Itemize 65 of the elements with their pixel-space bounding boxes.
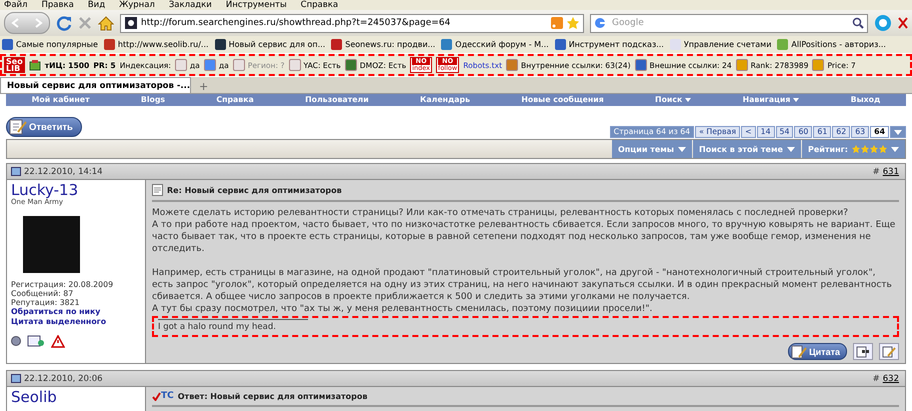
post-date: 22.12.2010, 14:14	[24, 166, 103, 176]
menu-item[interactable]: Инструменты	[226, 0, 287, 10]
toolbar-logo[interactable]: Seo LIB	[4, 57, 25, 73]
quote-button[interactable]: Цитата	[788, 343, 847, 360]
post-number-link[interactable]: 631	[882, 166, 899, 176]
back-forward-button[interactable]	[4, 12, 50, 34]
profile-card-icon	[27, 334, 45, 348]
address-text: http://forum.searchengines.ru/showthread.php?t=245037&page=64	[141, 18, 452, 28]
post-icon	[11, 167, 21, 176]
username-link[interactable]: Seolib	[11, 389, 141, 405]
bookmark[interactable]: Самые популярные	[2, 39, 98, 50]
home-icon	[98, 16, 114, 30]
search-engine-icon	[594, 17, 606, 29]
post-title: Ответ: Новый сервис для оптимизаторов	[178, 392, 368, 400]
avatar-picture	[23, 216, 80, 273]
bookmark[interactable]: Новый сервис для оп...	[214, 39, 326, 50]
bookmark[interactable]: Одесский форум - М...	[441, 39, 549, 50]
dropdown-caret-icon	[678, 146, 686, 152]
post-number-link[interactable]: 632	[882, 374, 899, 384]
username-link[interactable]: Lucky-13	[11, 182, 141, 198]
multi-quote-button[interactable]	[853, 343, 873, 360]
reload-icon	[56, 15, 72, 31]
close-icon	[78, 16, 92, 30]
caret-icon	[894, 130, 902, 134]
reply-button[interactable]: Ответить	[6, 117, 82, 137]
star-icon	[567, 17, 579, 29]
document-icon	[152, 184, 163, 196]
post-number-sign: #	[872, 374, 880, 384]
post-title: Re: Новый сервис для оптимизаторов	[167, 186, 342, 194]
dropdown-button[interactable]	[890, 126, 906, 138]
menu-item[interactable]: Файл	[4, 0, 28, 10]
warning-icon	[51, 334, 65, 348]
starter-label: TC	[161, 391, 174, 401]
bookmark[interactable]: http://www.seolib.ru/...	[104, 39, 209, 50]
document-pen-icon	[9, 119, 27, 135]
dropdown-caret-icon	[891, 146, 899, 152]
menu-item[interactable]: Вид	[88, 0, 106, 10]
bookmark[interactable]: AllPositions - авториз...	[777, 39, 886, 50]
check-icon	[152, 392, 161, 400]
dropdown-caret-icon	[786, 146, 795, 152]
bookmark[interactable]: Управление счетами	[670, 39, 772, 50]
post-number-sign: #	[872, 166, 880, 176]
post-icon	[11, 374, 21, 383]
address-field[interactable]: http://forum.searchengines.ru/showthread.php?t=245037&page=64	[120, 14, 584, 32]
rss-icon	[551, 17, 563, 29]
post-text: А тут бы сразу посмотрел, что "ах ты ж, у меня релевантность сменилась, поэтому позициии просели!".	[152, 303, 654, 315]
post-text: Можете сделать историю релевантности страницы? Или как-то отмечать страницы, релевантность которых поменялась с последней проверки?	[152, 207, 849, 219]
browser-tab[interactable]: Новый сервис для оптимизаторов -...	[0, 77, 191, 93]
bookmark[interactable]: Seonews.ru: продви...	[331, 39, 436, 50]
bookmark[interactable]: Инструмент подсказ...	[554, 39, 664, 50]
cross-icon	[898, 17, 908, 29]
document-pen-icon	[791, 344, 808, 358]
post-text: Например, есть страницы в магазине, на одной продают "платиновый строительный уголок", на другой - "нанотехнологичный строительный уголок", есть запрос "уголок", который определяется на одну из этих страниц, на него начинают закупаться ссылки. И в один прекрасный момент релевантность сбивается. А общее число запросов в проекте приближается к 500 и следить за этими уголками не получается.	[152, 267, 893, 303]
menu-item[interactable]: Журнал	[119, 0, 155, 10]
menu-item[interactable]: Закладки	[168, 0, 212, 10]
edit-button[interactable]	[879, 343, 899, 360]
signature-text: I got a halo round my head.	[158, 322, 277, 332]
menu-item[interactable]: Справка	[300, 0, 338, 10]
post-date: 22.12.2010, 20:06	[24, 374, 103, 384]
menu-item[interactable]: Правка	[41, 0, 74, 10]
search-box[interactable]: Google	[590, 14, 868, 32]
post-text: А то при работе над проектом, часто бывает, что по низкочастотке релевантность сбивается. Если запросов много, то вручную ковырять не вариант. Еще часто бывает так, что в проекте есть страницы, которые в равной сетепени подходят под несколько запросов, там уже вообще гемор, изменения не отследить.	[152, 219, 896, 255]
site-icon	[125, 17, 137, 29]
new-tab-button[interactable]: +	[191, 80, 216, 93]
search-icon	[852, 17, 864, 29]
